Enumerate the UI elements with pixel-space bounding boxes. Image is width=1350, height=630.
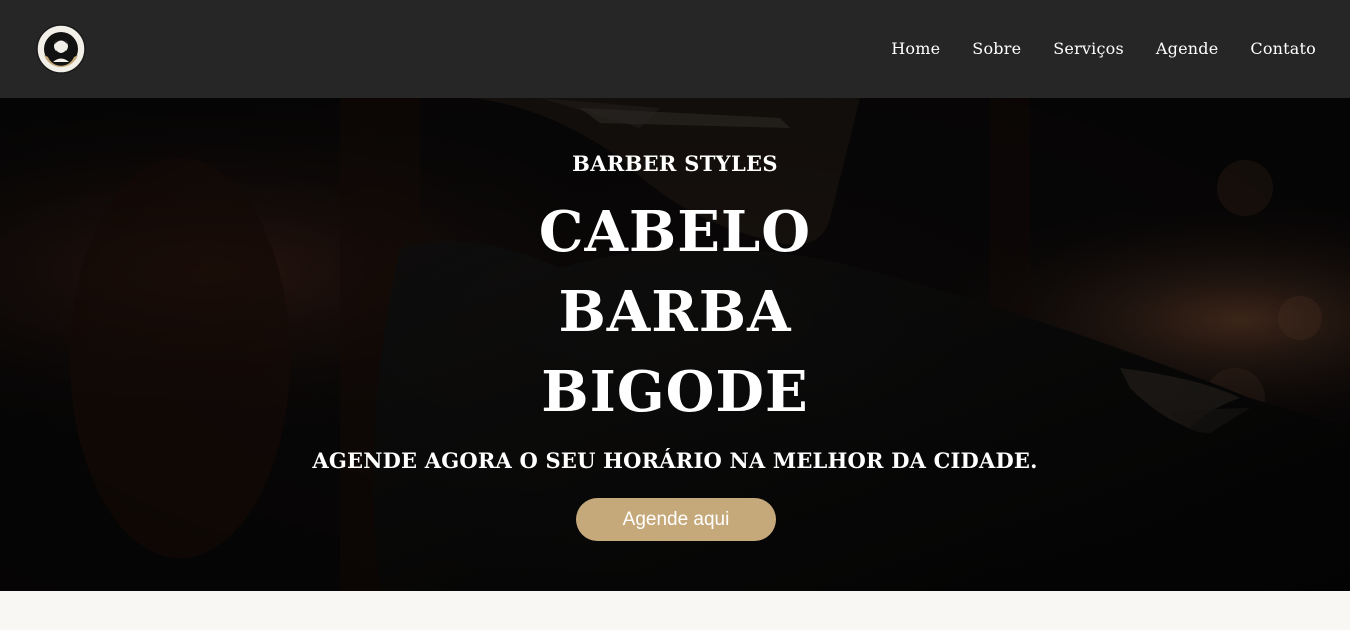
book-now-button[interactable]: Agende aqui [576, 498, 776, 541]
hero-eyebrow: BARBER STYLES [572, 151, 778, 176]
top-navigation-bar: Home Sobre Serviços Agende Contato [0, 0, 1350, 98]
main-nav: Home Sobre Serviços Agende Contato [891, 39, 1316, 58]
nav-sobre[interactable]: Sobre [972, 39, 1021, 58]
nav-servicos[interactable]: Serviços [1053, 39, 1124, 58]
nav-home[interactable]: Home [891, 39, 940, 58]
hero-line-bigode: BIGODE [541, 359, 809, 425]
nav-contato[interactable]: Contato [1250, 39, 1316, 58]
hero-line-barba: BARBA [558, 279, 792, 345]
hero-tagline: AGENDE AGORA O SEU HORÁRIO NA MELHOR DA … [312, 448, 1038, 473]
hero-content: BARBER STYLES CABELO BARBA BIGODE AGENDE… [0, 98, 1350, 591]
logo-svg [36, 24, 86, 74]
hero-section: BARBER STYLES CABELO BARBA BIGODE AGENDE… [0, 98, 1350, 591]
next-section [0, 591, 1350, 630]
hero-line-cabelo: CABELO [538, 199, 812, 265]
barbershop-logo-icon[interactable] [36, 24, 86, 74]
nav-agende[interactable]: Agende [1156, 39, 1218, 58]
